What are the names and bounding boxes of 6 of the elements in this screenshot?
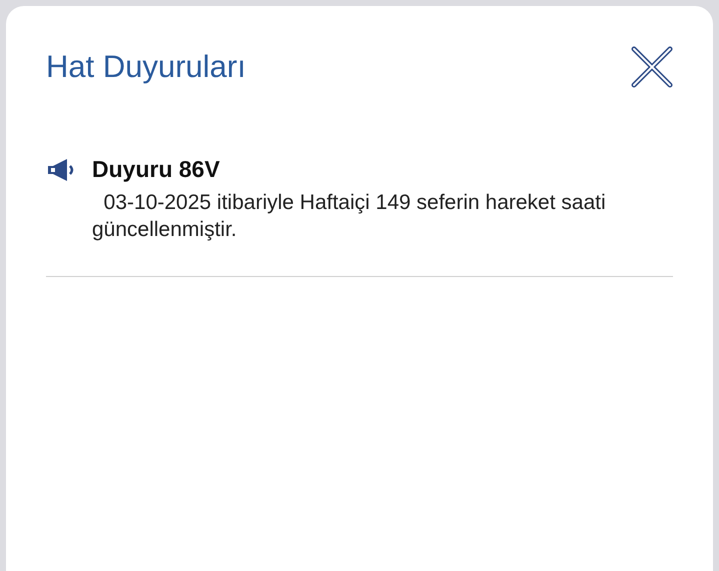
close-button[interactable] [631, 46, 673, 88]
announcement-title: Duyuru 86V [92, 156, 221, 183]
close-icon [631, 46, 673, 88]
dialog-title: Hat Duyuruları [46, 49, 246, 85]
megaphone-icon [46, 158, 76, 182]
announcement-text: 03-10-2025 itibariyle Haftaiçi 149 seferin hareket saati güncellenmiştir. [92, 190, 607, 244]
